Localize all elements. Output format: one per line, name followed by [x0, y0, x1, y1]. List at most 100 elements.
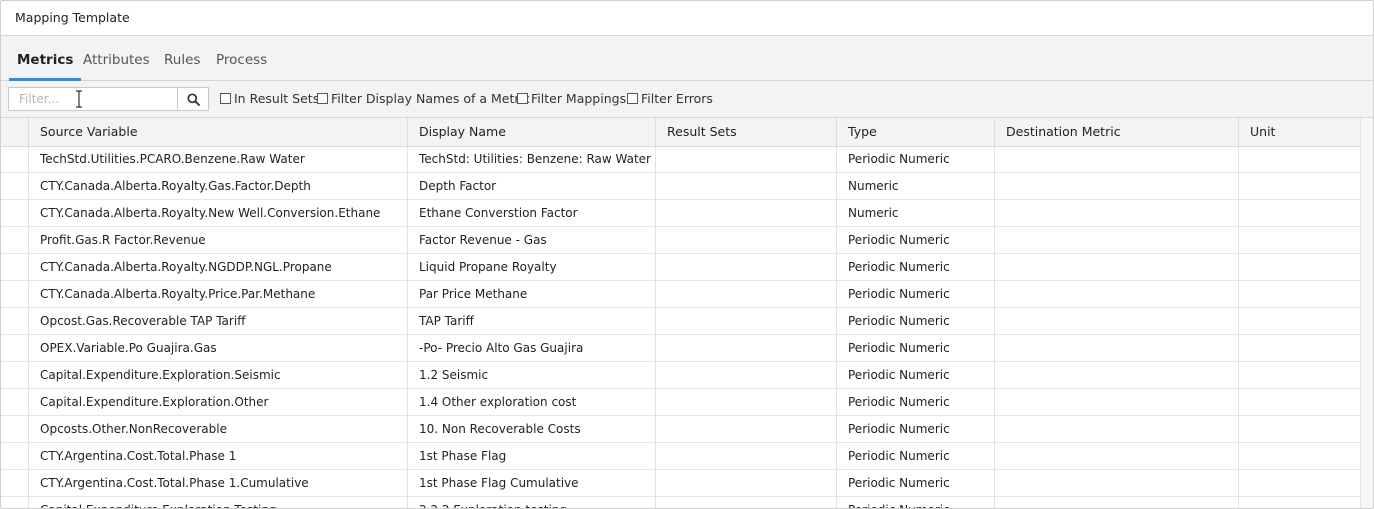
source-variable-cell[interactable]: OPEX.Variable.Po Guajira.Gas [28, 335, 407, 361]
source-variable-cell[interactable]: Opcosts.Other.NonRecoverable [28, 416, 407, 442]
type-cell[interactable]: Periodic Numeric [836, 497, 994, 508]
table-row[interactable]: CTY.Canada.Alberta.Royalty.Price.Par.Met… [1, 281, 1360, 308]
type-cell[interactable]: Periodic Numeric [836, 416, 994, 442]
type-cell[interactable]: Periodic Numeric [836, 227, 994, 253]
table-row[interactable]: CTY.Canada.Alberta.Royalty.Gas.Factor.De… [1, 173, 1360, 200]
destination-metric-cell[interactable] [994, 227, 1238, 253]
column-header-unit[interactable]: Unit [1238, 118, 1360, 146]
unit-cell[interactable] [1238, 335, 1360, 361]
filter-display-names-checkbox[interactable]: Filter Display Names of a Metric [317, 91, 530, 107]
in-result-sets-checkbox[interactable]: In Result Sets [220, 91, 319, 107]
table-row[interactable]: Profit.Gas.R Factor.Revenue Factor Revenu… [1, 227, 1360, 254]
filter-input[interactable] [8, 87, 178, 111]
display-name-cell[interactable]: 1st Phase Flag Cumulative [407, 470, 655, 496]
display-name-cell[interactable]: Liquid Propane Royalty [407, 254, 655, 280]
display-name-cell[interactable]: Par Price Methane [407, 281, 655, 307]
checkbox-box[interactable] [220, 93, 231, 104]
destination-metric-cell[interactable] [994, 254, 1238, 280]
unit-cell[interactable] [1238, 497, 1360, 508]
result-sets-cell[interactable] [655, 335, 836, 361]
column-header-type[interactable]: Type [836, 118, 994, 146]
destination-metric-cell[interactable] [994, 416, 1238, 442]
display-name-cell[interactable]: TAP Tariff [407, 308, 655, 334]
display-name-cell[interactable]: 1st Phase Flag [407, 443, 655, 469]
result-sets-cell[interactable] [655, 389, 836, 415]
result-sets-cell[interactable] [655, 281, 836, 307]
source-variable-cell[interactable]: Profit.Gas.R Factor.Revenue [28, 227, 407, 253]
result-sets-cell[interactable] [655, 146, 836, 172]
result-sets-cell[interactable] [655, 173, 836, 199]
source-variable-cell[interactable]: Capital.Expenditure.Exploration.Testing [28, 497, 407, 508]
destination-metric-cell[interactable] [994, 308, 1238, 334]
vertical-scrollbar[interactable] [1360, 118, 1373, 508]
table-row[interactable]: Opcosts.Other.NonRecoverable 10. Non Reco… [1, 416, 1360, 443]
display-name-cell[interactable]: TechStd: Utilities: Benzene: Raw Water [407, 146, 655, 172]
source-variable-cell[interactable]: CTY.Argentina.Cost.Total.Phase 1 [28, 443, 407, 469]
display-name-cell[interactable]: 2.2.2 Exploration testing [407, 497, 655, 508]
type-cell[interactable]: Periodic Numeric [836, 443, 994, 469]
destination-metric-cell[interactable] [994, 173, 1238, 199]
source-variable-cell[interactable]: Capital.Expenditure.Exploration.Seismic [28, 362, 407, 388]
type-cell[interactable]: Periodic Numeric [836, 254, 994, 280]
source-variable-cell[interactable]: CTY.Canada.Alberta.Royalty.New Well.Conv… [28, 200, 407, 226]
type-cell[interactable]: Periodic Numeric [836, 362, 994, 388]
type-cell[interactable]: Periodic Numeric [836, 281, 994, 307]
destination-metric-cell[interactable] [994, 497, 1238, 508]
unit-cell[interactable] [1238, 416, 1360, 442]
unit-cell[interactable] [1238, 146, 1360, 172]
type-cell[interactable]: Periodic Numeric [836, 335, 994, 361]
table-row[interactable]: CTY.Canada.Alberta.Royalty.NGDDP.NGL.Pro… [1, 254, 1360, 281]
unit-cell[interactable] [1238, 254, 1360, 280]
destination-metric-cell[interactable] [994, 146, 1238, 172]
display-name-cell[interactable]: 1.4 Other exploration cost [407, 389, 655, 415]
column-header-display-name[interactable]: Display Name [407, 118, 655, 146]
filter-errors-checkbox[interactable]: Filter Errors [627, 91, 713, 107]
table-row[interactable]: Capital.Expenditure.Exploration.Seismic 1… [1, 362, 1360, 389]
unit-cell[interactable] [1238, 389, 1360, 415]
checkbox-box[interactable] [627, 93, 638, 104]
type-cell[interactable]: Numeric [836, 200, 994, 226]
destination-metric-cell[interactable] [994, 200, 1238, 226]
source-variable-cell[interactable]: TechStd.Utilities.PCARO.Benzene.Raw Wate… [28, 146, 407, 172]
destination-metric-cell[interactable] [994, 362, 1238, 388]
result-sets-cell[interactable] [655, 416, 836, 442]
checkbox-box[interactable] [317, 93, 328, 104]
display-name-cell[interactable]: 10. Non Recoverable Costs [407, 416, 655, 442]
destination-metric-cell[interactable] [994, 281, 1238, 307]
checkbox-box[interactable] [517, 93, 528, 104]
table-row[interactable]: CTY.Argentina.Cost.Total.Phase 1.Cumulat… [1, 470, 1360, 497]
tab-attributes[interactable]: Attributes [83, 36, 150, 80]
tab-rules[interactable]: Rules [164, 36, 200, 80]
unit-cell[interactable] [1238, 227, 1360, 253]
display-name-cell[interactable]: 1.2 Seismic [407, 362, 655, 388]
source-variable-cell[interactable]: CTY.Canada.Alberta.Royalty.Gas.Factor.De… [28, 173, 407, 199]
result-sets-cell[interactable] [655, 254, 836, 280]
table-row[interactable]: Capital.Expenditure.Exploration.Other 1.4… [1, 389, 1360, 416]
source-variable-cell[interactable]: Opcost.Gas.Recoverable TAP Tariff [28, 308, 407, 334]
search-button[interactable] [177, 87, 209, 111]
unit-cell[interactable] [1238, 173, 1360, 199]
filter-mappings-checkbox[interactable]: Filter Mappings [517, 91, 626, 107]
unit-cell[interactable] [1238, 308, 1360, 334]
table-row[interactable]: CTY.Canada.Alberta.Royalty.New Well.Conv… [1, 200, 1360, 227]
type-cell[interactable]: Periodic Numeric [836, 389, 994, 415]
display-name-cell[interactable]: Depth Factor [407, 173, 655, 199]
result-sets-cell[interactable] [655, 227, 836, 253]
type-cell[interactable]: Periodic Numeric [836, 470, 994, 496]
result-sets-cell[interactable] [655, 308, 836, 334]
result-sets-cell[interactable] [655, 470, 836, 496]
destination-metric-cell[interactable] [994, 335, 1238, 361]
type-cell[interactable]: Periodic Numeric [836, 146, 994, 172]
display-name-cell[interactable]: -Po- Precio Alto Gas Guajira [407, 335, 655, 361]
table-row[interactable]: OPEX.Variable.Po Guajira.Gas -Po- Precio … [1, 335, 1360, 362]
column-header-destination-metric[interactable]: Destination Metric [994, 118, 1238, 146]
destination-metric-cell[interactable] [994, 389, 1238, 415]
tab-process[interactable]: Process [216, 36, 267, 80]
display-name-cell[interactable]: Ethane Converstion Factor [407, 200, 655, 226]
unit-cell[interactable] [1238, 362, 1360, 388]
table-row[interactable]: TechStd.Utilities.PCARO.Benzene.Raw Wate… [1, 146, 1360, 173]
source-variable-cell[interactable]: CTY.Argentina.Cost.Total.Phase 1.Cumulat… [28, 470, 407, 496]
table-row[interactable]: Opcost.Gas.Recoverable TAP Tariff TAP Tar… [1, 308, 1360, 335]
destination-metric-cell[interactable] [994, 443, 1238, 469]
result-sets-cell[interactable] [655, 200, 836, 226]
